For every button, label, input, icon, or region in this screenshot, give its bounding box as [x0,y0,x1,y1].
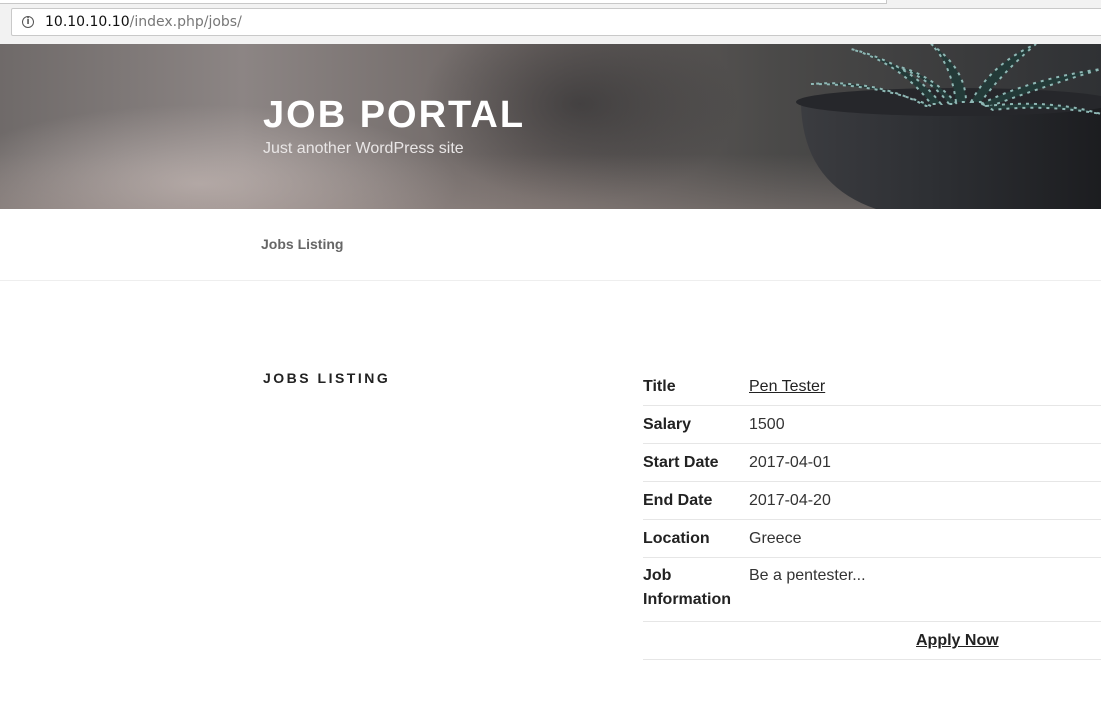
job-title-link[interactable]: Pen Tester [749,378,825,395]
table-row: Start Date 2017-04-01 [643,443,1101,482]
table-row: Apply Now [643,621,1101,660]
row-label-location: Location [643,519,749,558]
job-details-table: Title Pen Tester Salary 1500 Start Date … [643,368,1101,660]
url-host: 10.10.10.10 [45,14,130,30]
row-label-salary: Salary [643,405,749,444]
row-label-start-date: Start Date [643,443,749,482]
table-row: Job Information Be a pentester... [643,557,1101,622]
row-label-title: Title [643,368,749,406]
info-icon[interactable]: i [22,16,34,28]
apply-now-link[interactable]: Apply Now [916,632,999,650]
site-title[interactable]: JOB PORTAL [263,94,525,137]
row-value-salary: 1500 [749,405,1101,444]
site-tagline: Just another WordPress site [263,140,464,157]
row-label-job-information: Job Information [643,557,749,622]
nav-item-jobs-listing[interactable]: Jobs Listing [261,236,343,252]
browser-toolbar: i 10.10.10.10/index.php/jobs/ [0,0,1101,45]
row-value-start-date: 2017-04-01 [749,443,1101,482]
row-value-job-information: Be a pentester... [749,557,1101,622]
table-row: Salary 1500 [643,405,1101,444]
apply-cell: Apply Now [643,621,1101,660]
main-navigation: Jobs Listing [0,209,1101,281]
header-plant-image [796,44,1101,209]
url-path: /index.php/jobs/ [129,14,242,30]
table-row: Title Pen Tester [643,368,1101,406]
table-row: Location Greece [643,519,1101,558]
row-value-location: Greece [749,519,1101,558]
row-label-end-date: End Date [643,481,749,520]
table-row: End Date 2017-04-20 [643,481,1101,520]
url-text[interactable]: 10.10.10.10/index.php/jobs/ [45,14,242,30]
row-value-end-date: 2017-04-20 [749,481,1101,520]
address-bar[interactable]: i 10.10.10.10/index.php/jobs/ [11,8,1101,36]
page-title: JOBS LISTING [263,370,391,386]
row-value-title: Pen Tester [749,368,1101,406]
site-header: JOB PORTAL Just another WordPress site [0,44,1101,209]
tab-strip-edge [0,0,887,4]
